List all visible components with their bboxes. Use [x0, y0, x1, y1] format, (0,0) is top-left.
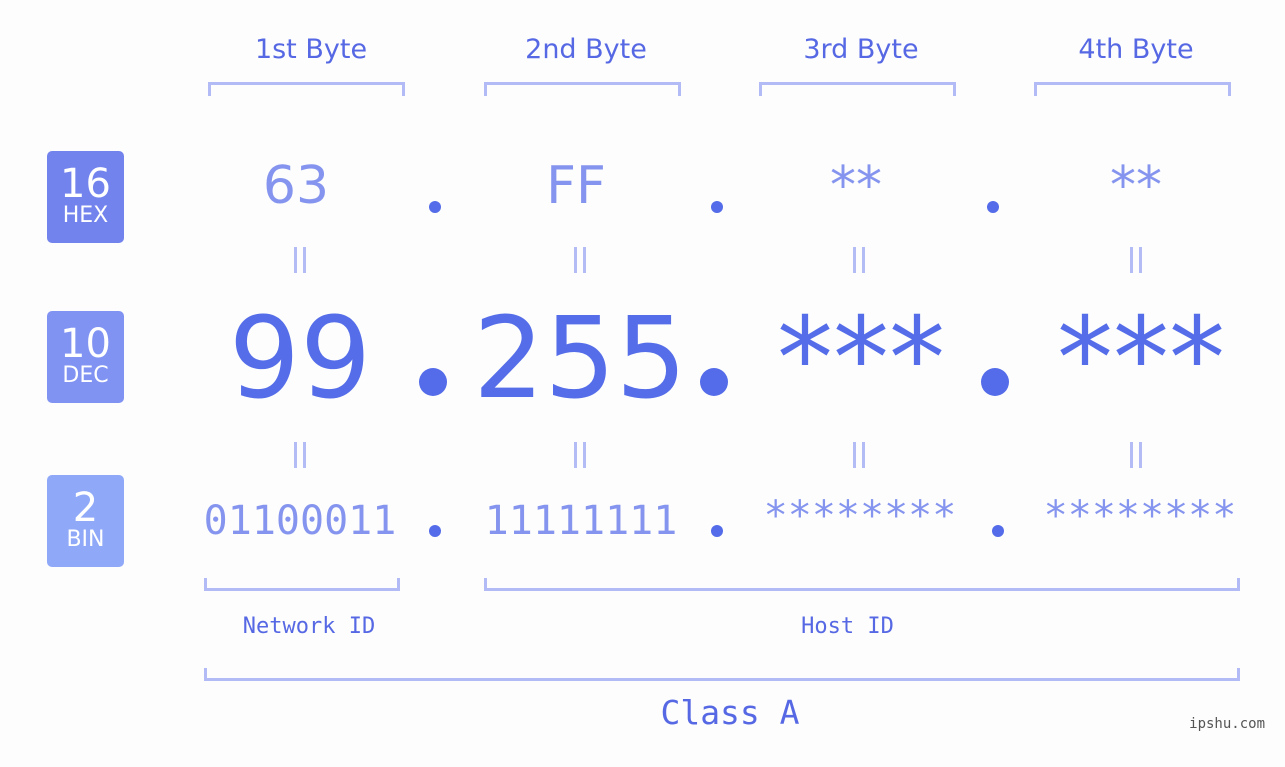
hex-badge: 16 HEX	[47, 151, 124, 243]
hex-separator-dot	[711, 201, 723, 213]
dec-separator-dot	[419, 368, 447, 396]
hex-separator-dot	[429, 201, 441, 213]
byte-bracket-1	[208, 82, 405, 96]
bin-byte-1: 01100011	[203, 498, 397, 544]
bin-separator-dot	[992, 525, 1004, 537]
hex-byte-4: **	[1110, 156, 1162, 216]
dec-separator-dot	[981, 368, 1009, 396]
network-id-bracket	[204, 578, 400, 591]
bin-separator-dot	[711, 525, 723, 537]
dec-base-number: 10	[60, 321, 111, 367]
dec-badge: 10 DEC	[47, 311, 124, 403]
dec-base-label: DEC	[62, 363, 109, 388]
host-id-bracket	[484, 578, 1240, 591]
hex-base-label: HEX	[62, 203, 109, 228]
dec-byte-4: ***	[1057, 294, 1225, 424]
byte-header-2: 2nd Byte	[525, 34, 647, 65]
hex-base-number: 16	[60, 161, 111, 207]
bin-byte-4: ********	[1043, 493, 1237, 539]
network-id-label: Network ID	[242, 614, 376, 639]
byte-header-1: 1st Byte	[254, 34, 368, 65]
hex-separator-dot	[987, 201, 999, 213]
bin-badge: 2 BIN	[47, 475, 124, 567]
host-id-label: Host ID	[801, 614, 894, 639]
byte-header-3: 3rd Byte	[803, 34, 919, 65]
hex-byte-2: FF	[546, 156, 606, 216]
dec-byte-2: 255	[473, 294, 687, 424]
byte-bracket-3	[759, 82, 956, 96]
hex-byte-3: **	[830, 156, 882, 216]
dec-byte-1: 99	[228, 294, 372, 424]
dec-separator-dot	[700, 368, 728, 396]
class-bracket	[204, 668, 1240, 681]
hex-byte-1: 63	[262, 156, 330, 216]
bin-separator-dot	[429, 525, 441, 537]
dec-byte-3: ***	[777, 294, 945, 424]
watermark: ipshu.com	[1189, 716, 1265, 732]
class-label: Class A	[660, 693, 800, 732]
bin-byte-2: 11111111	[484, 498, 678, 544]
byte-header-4: 4th Byte	[1078, 34, 1194, 65]
byte-bracket-4	[1034, 82, 1231, 96]
bin-base-label: BIN	[66, 527, 105, 552]
bin-base-number: 2	[72, 485, 99, 531]
bin-byte-3: ********	[763, 493, 957, 539]
byte-bracket-2	[484, 82, 681, 96]
